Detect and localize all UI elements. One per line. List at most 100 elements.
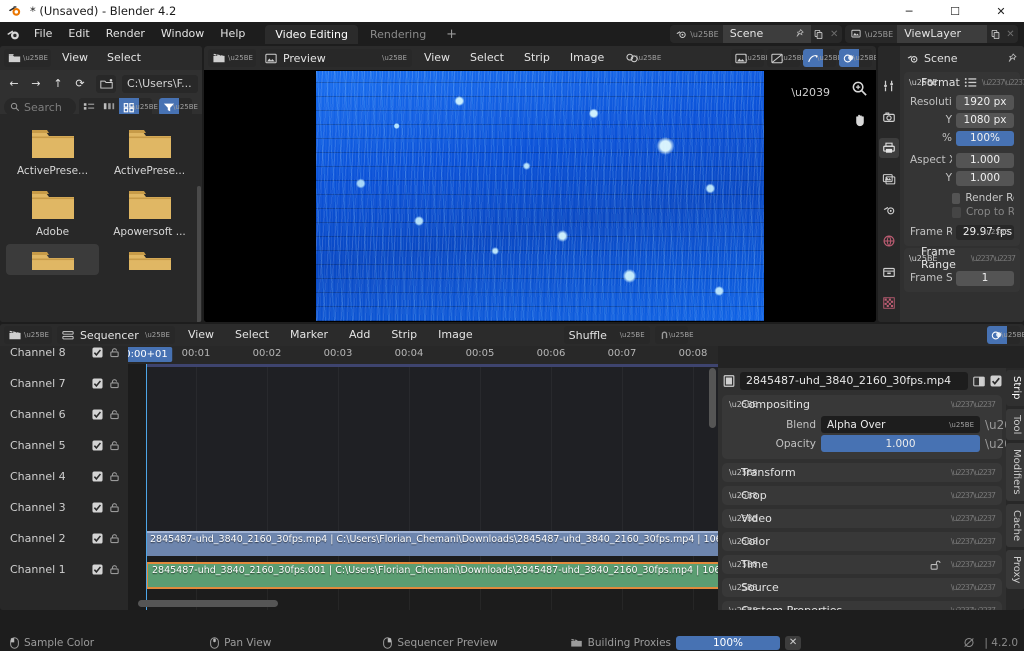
strip-panel-header-transform[interactable]: \u25B8 Transform \u2237\u2237 bbox=[722, 463, 1002, 482]
panel-drag-handle[interactable]: \u2237\u2237 bbox=[951, 537, 995, 546]
property-value[interactable]: 1920 px bbox=[956, 95, 1014, 110]
channel-lock-icon[interactable] bbox=[109, 440, 120, 451]
playhead[interactable] bbox=[146, 364, 147, 610]
checkbox[interactable] bbox=[952, 193, 960, 204]
sidebar-tab-tool[interactable]: Tool bbox=[1006, 409, 1024, 440]
panel-drag-handle[interactable]: \u2237\u2237 bbox=[951, 491, 995, 500]
strip-panel-header-video[interactable]: \u25B8 Video \u2237\u2237 bbox=[722, 509, 1002, 528]
channel-row[interactable]: Channel 4 bbox=[0, 461, 128, 492]
channel-lock-icon[interactable] bbox=[109, 409, 120, 420]
sequencer-menu-marker[interactable]: Marker bbox=[282, 326, 336, 344]
strip-name-field[interactable]: 2845487-uhd_3840_2160_30fps.mp4 bbox=[740, 372, 968, 390]
nav-back-button[interactable]: ← bbox=[4, 75, 24, 93]
viewlayer-selector[interactable]: \u25BE ViewLayer ✕ bbox=[845, 25, 1018, 43]
panel-drag-handle[interactable]: \u2237\u2237 bbox=[982, 78, 1024, 87]
channel-lock-icon[interactable] bbox=[109, 347, 120, 358]
channel-row[interactable]: Channel 3 bbox=[0, 492, 128, 523]
preview-menu-strip[interactable]: Strip bbox=[516, 49, 558, 67]
sidebar-tab-proxy[interactable]: Proxy bbox=[1006, 550, 1024, 589]
panel-header-frame-range[interactable]: \u25BE Frame Range \u2237\u2237 bbox=[904, 248, 1020, 268]
file-item[interactable]: ActivePrese... bbox=[103, 122, 196, 179]
properties-tab-texture[interactable] bbox=[879, 293, 899, 313]
properties-tab-view-layer[interactable] bbox=[879, 169, 899, 189]
channel-mute-checkbox[interactable] bbox=[92, 409, 103, 420]
channel-row[interactable]: Channel 5 bbox=[0, 430, 128, 461]
channel-lock-icon[interactable] bbox=[109, 471, 120, 482]
strip-panel-header-color[interactable]: \u25B8 Color \u2237\u2237 bbox=[722, 532, 1002, 551]
channel-row[interactable]: Channel 2 bbox=[0, 523, 128, 554]
properties-tab-output[interactable] bbox=[879, 138, 899, 158]
menu-help[interactable]: Help bbox=[212, 25, 253, 43]
file-item[interactable]: Adobe bbox=[6, 183, 99, 240]
property-check-crop-to-render-region[interactable]: Crop to R... bbox=[952, 206, 1014, 218]
sequencer-menu-strip[interactable]: Strip bbox=[383, 326, 425, 344]
strip-panel-header-source[interactable]: \u25B8 Source \u2237\u2237 bbox=[722, 578, 1002, 597]
blend-mode-selector[interactable]: Alpha Over \u25BE bbox=[821, 416, 980, 433]
new-folder-button[interactable] bbox=[96, 75, 116, 93]
nav-refresh-button[interactable]: ⟳ bbox=[70, 75, 90, 93]
strip-panel-header-crop[interactable]: \u25B8 Crop \u2237\u2237 bbox=[722, 486, 1002, 505]
menu-render[interactable]: Render bbox=[98, 25, 153, 43]
file-item[interactable] bbox=[103, 244, 196, 275]
sidebar-tab-strip[interactable]: Strip bbox=[1006, 370, 1024, 406]
maximize-button[interactable]: ☐ bbox=[932, 0, 978, 22]
sequencer-vertical-scrollbar[interactable] bbox=[709, 368, 716, 428]
strip-panel-header-time[interactable]: \u25B8 Time \u2237\u2237 bbox=[722, 555, 1002, 574]
frame-rate-selector[interactable]: 29.97 fps \u25BE bbox=[956, 225, 1014, 240]
remove-viewlayer-button[interactable]: ✕ bbox=[1003, 29, 1018, 40]
panel-drag-handle[interactable]: \u2237\u2237 bbox=[951, 583, 995, 592]
pin-icon[interactable] bbox=[795, 27, 805, 45]
channel-lock-icon[interactable] bbox=[109, 564, 120, 575]
sidebar-tab-cache[interactable]: Cache bbox=[1006, 504, 1024, 547]
property-value[interactable]: 1.000 bbox=[956, 171, 1014, 186]
animate-property-dot[interactable]: \u2022 bbox=[985, 440, 994, 448]
property-value[interactable]: 1 bbox=[956, 271, 1014, 286]
blender-logo-icon[interactable] bbox=[0, 27, 26, 42]
preview-menu-select[interactable]: Select bbox=[462, 49, 512, 67]
pin-icon[interactable] bbox=[1007, 53, 1018, 64]
sequencer-horizontal-scrollbar[interactable] bbox=[138, 600, 278, 607]
channel-row[interactable]: Channel 7 bbox=[0, 368, 128, 399]
workspace-tab-rendering[interactable]: Rendering bbox=[360, 25, 436, 44]
panel-drag-handle[interactable]: \u2237\u2237 bbox=[951, 560, 995, 569]
add-workspace-button[interactable]: + bbox=[438, 25, 465, 44]
strip-panel-header-custom-properties[interactable]: \u25B8 Custom Properties \u2237\u2237 bbox=[722, 601, 1002, 610]
sequencer-menu-image[interactable]: Image bbox=[430, 326, 480, 344]
property-check-render-region[interactable]: Render Re... bbox=[952, 192, 1014, 204]
menu-edit[interactable]: Edit bbox=[60, 25, 97, 43]
opacity-slider[interactable]: 1.000 bbox=[821, 435, 980, 452]
sequencer-menu-add[interactable]: Add bbox=[341, 326, 378, 344]
overlays-chevron-down-icon[interactable]: \u25BE bbox=[859, 49, 872, 67]
unlink-scene-button[interactable]: ✕ bbox=[827, 29, 842, 40]
file-item[interactable]: ActivePrese... bbox=[6, 122, 99, 179]
channel-row[interactable]: Channel 8 bbox=[0, 337, 128, 368]
pan-tool-icon[interactable] bbox=[852, 111, 868, 128]
playhead-flag[interactable]: 0:00+01 bbox=[128, 347, 172, 362]
sequencer-canvas[interactable]: 2845487-uhd_3840_2160_30fps.mp4 | C:\Use… bbox=[128, 364, 718, 610]
file-item[interactable]: Apowersoft ... bbox=[103, 183, 196, 240]
sequencer-overlays-chevron-down-icon[interactable]: \u25BE bbox=[1007, 326, 1020, 344]
property-value[interactable]: 1.000 bbox=[956, 153, 1014, 168]
pivot-chevron-down-icon[interactable]: \u25BE bbox=[642, 49, 655, 67]
strip-row[interactable]: 2845487-uhd_3840_2160_30fps.001 | C:\Use… bbox=[146, 562, 718, 589]
nav-up-button[interactable]: ↑ bbox=[48, 75, 68, 93]
file-item[interactable] bbox=[6, 244, 99, 275]
menu-file[interactable]: File bbox=[26, 25, 60, 43]
properties-tab-collection[interactable] bbox=[879, 262, 899, 282]
scene-name[interactable]: Scene bbox=[723, 25, 811, 43]
proxy-chevron-down-icon[interactable]: \u25BE bbox=[787, 49, 800, 67]
view-mode-selector[interactable]: Preview \u25BE bbox=[260, 49, 412, 67]
properties-tab-scene[interactable] bbox=[879, 200, 899, 220]
channel-mute-checkbox[interactable] bbox=[92, 378, 103, 389]
timeline-ruler[interactable]: 00:01 00:02 00:03 00:04 00:05 00:06 00:0… bbox=[128, 346, 718, 364]
display-channel-chevron-down-icon[interactable]: \u25BE bbox=[751, 49, 764, 67]
property-value[interactable]: 100% bbox=[956, 131, 1014, 146]
file-browser-file-list[interactable]: ActivePrese... ActivePrese... Adobe bbox=[0, 114, 202, 322]
properties-tab-tool[interactable] bbox=[879, 76, 899, 96]
gizmo-chevron-down-icon[interactable]: \u25BE bbox=[823, 49, 836, 67]
channel-lock-icon[interactable] bbox=[109, 502, 120, 513]
panel-header-format[interactable]: \u25BE Format \u2237\u2237 bbox=[904, 72, 1020, 92]
channel-mute-checkbox[interactable] bbox=[92, 533, 103, 544]
channel-lock-icon[interactable] bbox=[109, 533, 120, 544]
strip-row[interactable]: 2845487-uhd_3840_2160_30fps.mp4 | C:\Use… bbox=[146, 531, 718, 556]
